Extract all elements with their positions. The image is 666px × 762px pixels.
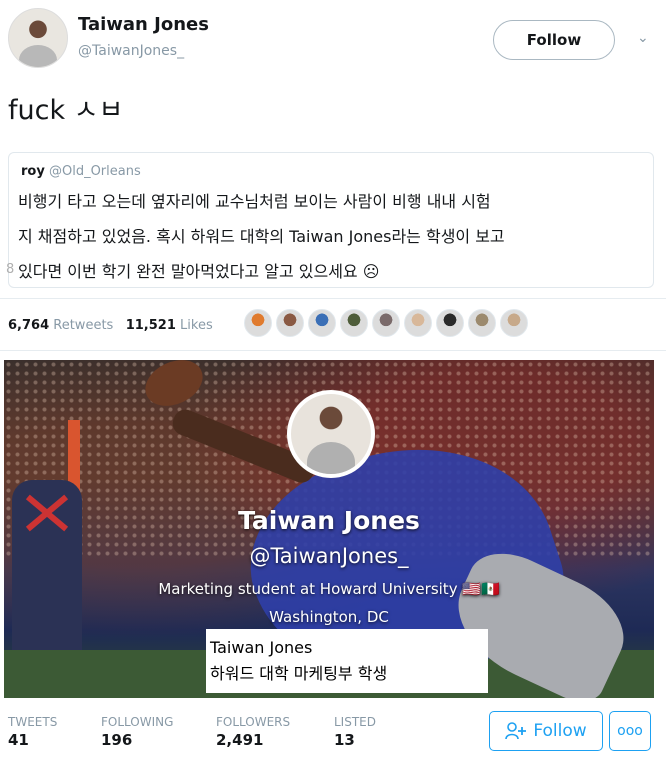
retweets-label[interactable]: Retweets <box>53 318 113 333</box>
cropped-text-fragment: 8 <box>6 262 15 277</box>
tweet-text: fuck ㅅㅂ <box>8 95 124 126</box>
stat-label: FOLLOWERS <box>216 715 291 729</box>
liker-avatar[interactable] <box>244 309 272 337</box>
user-handle[interactable]: @TaiwanJones_ <box>78 43 184 59</box>
stat-following[interactable]: FOLLOWING 196 <box>101 715 173 749</box>
stat-label: TWEETS <box>8 715 58 729</box>
quoted-tweet-line: 비행기 타고 오는데 옆자리에 교수님처럼 보이는 사람이 비행 내내 시험 <box>18 192 491 211</box>
likes-count[interactable]: 11,521 <box>126 318 176 333</box>
stat-value: 41 <box>8 731 29 749</box>
follow-button[interactable]: Follow <box>489 711 603 751</box>
liker-avatar[interactable] <box>468 309 496 337</box>
more-options-button[interactable]: ooo <box>609 711 651 751</box>
liker-avatar[interactable] <box>340 309 368 337</box>
retweets-count[interactable]: 6,764 <box>8 318 49 333</box>
stat-followers[interactable]: FOLLOWERS 2,491 <box>216 715 290 749</box>
quoted-tweet-line: 지 채점하고 있었음. 혹시 하워드 대학의 Taiwan Jones라는 학생… <box>18 227 505 246</box>
follow-button-label: Follow <box>533 721 587 741</box>
caption-line: Taiwan Jones <box>210 638 313 657</box>
caption-box: Taiwan Jones 하워드 대학 마케팅부 학생 <box>206 629 488 693</box>
liker-avatar[interactable] <box>404 309 432 337</box>
stat-tweets[interactable]: TWEETS 41 <box>8 715 57 749</box>
likes-label[interactable]: Likes <box>180 318 213 333</box>
stat-listed[interactable]: LISTED 13 <box>334 715 376 749</box>
profile-bio: Marketing student at Howard University 🇺… <box>158 580 500 598</box>
liker-avatar[interactable] <box>308 309 336 337</box>
divider <box>0 298 666 299</box>
stat-value: 2,491 <box>216 731 264 749</box>
add-user-icon <box>505 722 527 740</box>
profile-name[interactable]: Taiwan Jones <box>4 506 654 535</box>
quoted-author-name: roy <box>21 164 45 179</box>
stat-value: 13 <box>334 731 355 749</box>
liker-avatar[interactable] <box>276 309 304 337</box>
liker-avatar[interactable] <box>500 309 528 337</box>
quoted-tweet-author[interactable]: roy @Old_Orleans <box>21 164 141 179</box>
liker-avatars <box>244 309 528 337</box>
profile-handle[interactable]: @TaiwanJones_ <box>4 544 654 568</box>
quoted-tweet-line: 있다면 이번 학기 완전 말아먹었다고 알고 있으세요 ☹ <box>18 262 380 281</box>
engagement-stats: 6,764 Retweets 11,521 Likes <box>8 318 213 333</box>
profile-location: Washington, DC <box>269 608 389 626</box>
display-name[interactable]: Taiwan Jones <box>78 14 209 35</box>
caption-line: 하워드 대학 마케팅부 학생 <box>210 664 388 683</box>
stat-label: FOLLOWING <box>101 715 174 729</box>
profile-avatar[interactable] <box>287 390 375 478</box>
quoted-author-handle: @Old_Orleans <box>48 164 141 179</box>
stat-value: 196 <box>101 731 133 749</box>
liker-avatar[interactable] <box>372 309 400 337</box>
divider <box>0 350 666 351</box>
stat-label: LISTED <box>334 715 376 729</box>
chevron-down-icon[interactable]: ⌄ <box>637 30 649 46</box>
avatar[interactable] <box>8 8 68 68</box>
liker-avatar[interactable] <box>436 309 464 337</box>
follow-button[interactable]: Follow <box>493 20 615 60</box>
